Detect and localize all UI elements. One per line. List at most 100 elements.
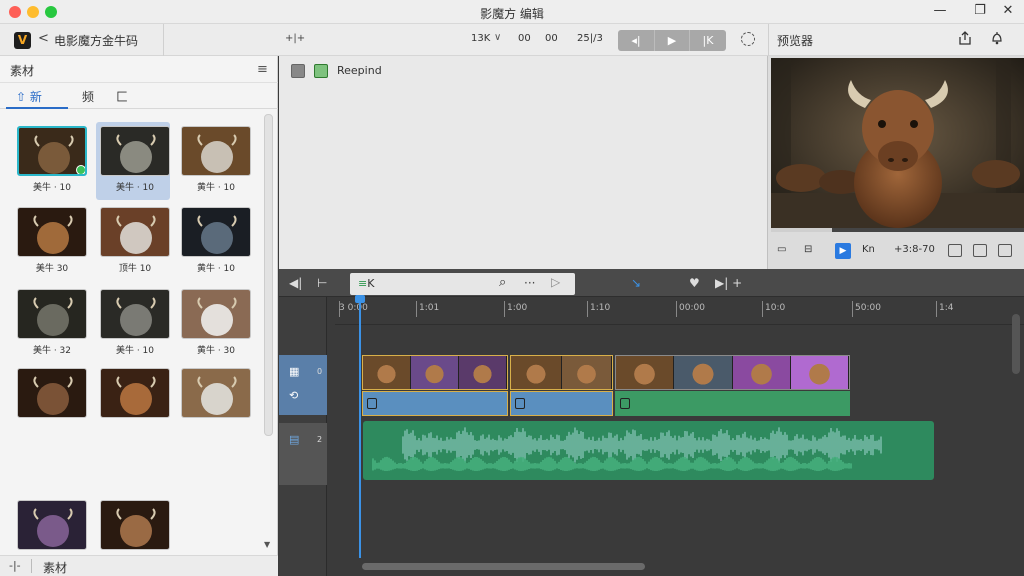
vertical-scrollbar[interactable]: [1012, 314, 1020, 374]
next-frame-button[interactable]: |K: [690, 30, 726, 51]
media-thumbnail[interactable]: [181, 368, 251, 418]
media-thumbnail[interactable]: [17, 500, 87, 550]
tab-video[interactable]: 频: [82, 88, 94, 105]
search-icon[interactable]: ⌕: [499, 275, 506, 290]
tab-folder[interactable]: 匚: [116, 88, 128, 105]
audio-track-header[interactable]: ▤ 2: [279, 423, 327, 485]
media-thumbnail[interactable]: [100, 368, 170, 418]
more-icon[interactable]: ···: [524, 276, 535, 290]
video-track-header[interactable]: ▦ 0 ⟲: [279, 355, 327, 415]
split-icon[interactable]: -|-: [9, 559, 21, 572]
timecode-minutes: 00: [518, 33, 531, 44]
horizontal-scrollbar[interactable]: [362, 563, 645, 570]
audio-clip[interactable]: [363, 421, 934, 480]
clip-frame: [732, 356, 791, 389]
media-thumbnail[interactable]: [100, 500, 170, 550]
video-clip[interactable]: [362, 355, 508, 390]
thumbnail-image: [18, 501, 86, 549]
speed-label[interactable]: Kn: [862, 244, 875, 255]
menu-icon[interactable]: ≡: [257, 62, 268, 77]
tab-new[interactable]: ⇧ 新: [16, 88, 42, 105]
window-title: 影魔方 编辑: [480, 7, 544, 21]
marker-icon[interactable]: ↘: [631, 276, 641, 290]
video-clip[interactable]: [615, 355, 850, 390]
thumbnail-label: 黄牛 · 10: [196, 183, 236, 193]
back-chevron-icon[interactable]: <: [38, 31, 49, 46]
playhead-handle[interactable]: [355, 295, 365, 303]
crop-icon[interactable]: ⊟: [804, 244, 812, 255]
time-ruler[interactable]: 3 0:00 1:01 1:00 1:10 00:00 10:0 50:00 1:4: [335, 297, 1024, 325]
playback-controls: ◂| ▶ |K: [618, 30, 726, 51]
clip-bar[interactable]: [615, 391, 850, 416]
folder-icon[interactable]: [998, 244, 1012, 257]
track-headers: ▦ 0 ⟲ ▤ 2: [279, 297, 327, 576]
thumbnail-image: [182, 127, 250, 175]
thumbnail-image: [182, 290, 250, 338]
audio-track-icon: ▤: [289, 433, 300, 446]
export-icon[interactable]: [958, 31, 972, 45]
scroll-down-icon[interactable]: ▼: [264, 540, 270, 549]
link-icon[interactable]: ⟲: [289, 389, 298, 402]
clip-frame: [674, 356, 733, 389]
clip-bar[interactable]: [362, 391, 508, 416]
video-clip[interactable]: [510, 355, 613, 390]
chevron-down-icon[interactable]: ∨: [494, 32, 501, 43]
ruler-label: 00:00: [679, 303, 705, 313]
fx-button[interactable]: +|+: [285, 33, 305, 44]
clip-icon: [367, 398, 377, 409]
media-thumbnail[interactable]: [100, 126, 170, 176]
media-thumbnail[interactable]: [181, 289, 251, 339]
split-left-button[interactable]: ◀|: [289, 276, 302, 290]
preview-progress-bar[interactable]: [771, 228, 1024, 232]
audio-waveform: [372, 427, 882, 472]
divider: [31, 559, 32, 573]
thumbnail-image: [101, 290, 169, 338]
thumbnail-image: [18, 290, 86, 338]
fullscreen-icon[interactable]: [948, 244, 962, 257]
media-thumbnail[interactable]: [181, 126, 251, 176]
media-thumbnail[interactable]: [181, 207, 251, 257]
media-thumbnail[interactable]: [17, 126, 87, 176]
timeline-search[interactable]: ≡K ⌕ ··· ▷: [350, 273, 575, 295]
bell-icon[interactable]: [990, 31, 1004, 45]
minimize-icon[interactable]: —: [932, 3, 948, 19]
undo-button[interactable]: ⊢: [317, 276, 327, 290]
media-thumbnail[interactable]: [17, 368, 87, 418]
media-thumbnail[interactable]: [100, 207, 170, 257]
thumbnail-image: [182, 208, 250, 256]
timecode-seconds: 00: [545, 33, 558, 44]
loop-icon[interactable]: [741, 32, 755, 46]
select-tool-button[interactable]: ▶: [835, 243, 851, 259]
scrollbar[interactable]: [264, 114, 273, 436]
play-icon[interactable]: ▷: [551, 275, 560, 289]
next-marker-button[interactable]: ▶| +: [715, 276, 742, 290]
restore-icon[interactable]: ❐: [972, 3, 988, 19]
ruler-label: 1:4: [939, 303, 954, 313]
previous-frame-button[interactable]: ◂|: [618, 30, 654, 51]
resolution-select[interactable]: 13K: [471, 33, 490, 44]
image-icon[interactable]: [314, 64, 328, 78]
close-icon[interactable]: ✕: [1000, 3, 1016, 19]
track-number: 0: [317, 367, 323, 376]
clip-frame: [561, 356, 612, 389]
media-thumbnail[interactable]: [17, 207, 87, 257]
favorite-icon[interactable]: ♥: [689, 276, 700, 290]
thumbnail-image: [18, 208, 86, 256]
media-thumbnail[interactable]: [17, 289, 87, 339]
viewer-area: Reepind: [279, 56, 767, 269]
ruler-tick: [762, 301, 763, 317]
playhead[interactable]: [359, 296, 361, 558]
clip-bar[interactable]: [510, 391, 613, 416]
track-number: 2: [317, 435, 323, 444]
media-header: 素材 ≡: [0, 56, 278, 83]
grid-icon[interactable]: [973, 244, 987, 257]
snapshot-icon[interactable]: ▭: [777, 244, 786, 255]
thumbnail-image: [101, 501, 169, 549]
clip-icon[interactable]: [291, 64, 305, 78]
preview-panel-title: 预览器: [777, 34, 814, 48]
clip-frame: [411, 356, 459, 389]
play-button[interactable]: ▶: [654, 30, 690, 51]
preview-video[interactable]: [771, 58, 1024, 228]
media-thumbnail[interactable]: [100, 289, 170, 339]
divider: [768, 24, 769, 56]
